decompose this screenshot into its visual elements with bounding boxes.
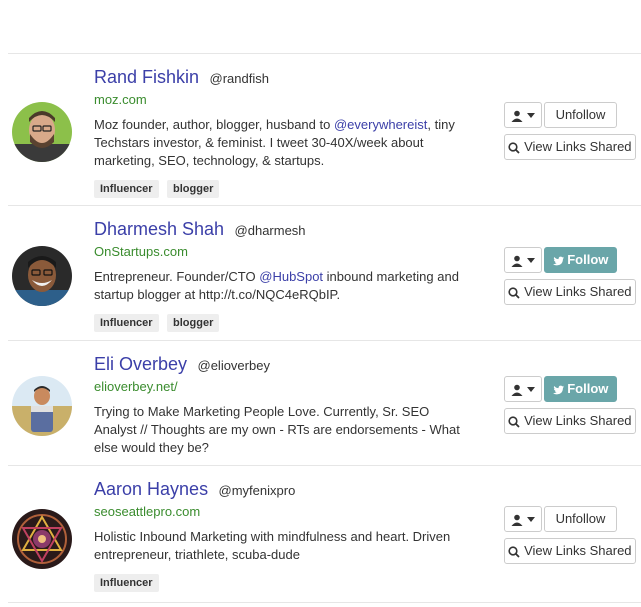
profile-info: Dharmesh Shah @dharmesh OnStartups.com E… bbox=[94, 216, 474, 332]
button-label: Follow bbox=[567, 252, 609, 267]
tag-list: Influencer blogger bbox=[94, 313, 474, 332]
search-icon bbox=[508, 545, 521, 558]
view-links-shared-button[interactable]: View Links Shared bbox=[504, 538, 636, 564]
profile-card: Dharmesh Shah @dharmesh OnStartups.com E… bbox=[0, 206, 641, 341]
bio-mention-link[interactable]: @HubSpot bbox=[259, 269, 323, 284]
search-icon bbox=[508, 286, 521, 299]
view-links-shared-button[interactable]: View Links Shared bbox=[504, 134, 636, 160]
profile-card: Aaron Haynes @myfenixpro seoseattlepro.c… bbox=[0, 466, 641, 603]
avatar[interactable] bbox=[12, 246, 72, 306]
button-label: Unfollow bbox=[555, 107, 606, 122]
tag-list: Influencer blogger bbox=[94, 179, 474, 198]
user-icon bbox=[511, 255, 523, 267]
avatar[interactable] bbox=[12, 509, 72, 569]
profile-website[interactable]: moz.com bbox=[94, 92, 474, 108]
profile-bio: Trying to Make Marketing People Love. Cu… bbox=[94, 403, 464, 457]
search-icon bbox=[508, 141, 521, 154]
user-menu-button[interactable] bbox=[504, 102, 542, 128]
user-icon bbox=[511, 384, 523, 396]
profile-info: Aaron Haynes @myfenixpro seoseattlepro.c… bbox=[94, 476, 474, 592]
bio-text: Holistic Inbound Marketing with mindfuln… bbox=[94, 529, 451, 562]
profile-website[interactable]: elioverbey.net/ bbox=[94, 379, 474, 395]
user-icon bbox=[511, 110, 523, 122]
tag-list: Influencer bbox=[94, 573, 474, 592]
user-icon bbox=[511, 514, 523, 526]
tag[interactable]: blogger bbox=[167, 314, 220, 332]
user-menu-button[interactable] bbox=[504, 506, 542, 532]
search-icon bbox=[508, 415, 521, 428]
caret-down-icon bbox=[526, 258, 535, 264]
button-label: View Links Shared bbox=[524, 284, 632, 299]
bio-text: Trying to Make Marketing People Love. Cu… bbox=[94, 404, 460, 455]
button-label: View Links Shared bbox=[524, 413, 632, 428]
caret-down-icon bbox=[526, 113, 535, 119]
profile-name[interactable]: Eli Overbey bbox=[94, 354, 187, 374]
tag[interactable]: Influencer bbox=[94, 574, 159, 592]
twitter-icon bbox=[552, 385, 564, 394]
profile-handle: @myfenixpro bbox=[218, 483, 296, 498]
caret-down-icon bbox=[526, 517, 535, 523]
bio-text: Moz founder, author, blogger, husband to bbox=[94, 117, 334, 132]
button-label: Follow bbox=[567, 381, 609, 396]
twitter-icon bbox=[552, 256, 564, 265]
profile-name[interactable]: Rand Fishkin bbox=[94, 67, 199, 87]
profile-handle: @dharmesh bbox=[234, 223, 306, 238]
caret-down-icon bbox=[526, 387, 535, 393]
view-links-shared-button[interactable]: View Links Shared bbox=[504, 408, 636, 434]
follow-button[interactable]: Follow bbox=[544, 376, 617, 402]
unfollow-button[interactable]: Unfollow bbox=[544, 102, 617, 128]
follow-button[interactable]: Follow bbox=[544, 247, 617, 273]
profile-card: Eli Overbey @elioverbey elioverbey.net/ … bbox=[0, 341, 641, 466]
bio-text: Entrepreneur. Founder/CTO bbox=[94, 269, 260, 284]
tag[interactable]: blogger bbox=[167, 180, 220, 198]
profile-handle: @randfish bbox=[209, 71, 269, 86]
profile-name[interactable]: Dharmesh Shah bbox=[94, 219, 224, 239]
divider bbox=[8, 602, 641, 603]
button-label: View Links Shared bbox=[524, 543, 632, 558]
user-menu-button[interactable] bbox=[504, 247, 542, 273]
user-menu-button[interactable] bbox=[504, 376, 542, 402]
profile-handle: @elioverbey bbox=[197, 358, 270, 373]
profile-name[interactable]: Aaron Haynes bbox=[94, 479, 208, 499]
unfollow-button[interactable]: Unfollow bbox=[544, 506, 617, 532]
profile-info: Rand Fishkin @randfish moz.com Moz found… bbox=[94, 64, 474, 198]
profile-info: Eli Overbey @elioverbey elioverbey.net/ … bbox=[94, 351, 474, 457]
avatar[interactable] bbox=[12, 376, 72, 436]
button-label: View Links Shared bbox=[524, 139, 632, 154]
profile-bio: Moz founder, author, blogger, husband to… bbox=[94, 116, 464, 170]
avatar[interactable] bbox=[12, 102, 72, 162]
view-links-shared-button[interactable]: View Links Shared bbox=[504, 279, 636, 305]
tag[interactable]: Influencer bbox=[94, 314, 159, 332]
bio-mention-link[interactable]: @everywhereist bbox=[334, 117, 427, 132]
profile-website[interactable]: OnStartups.com bbox=[94, 244, 474, 260]
profile-website[interactable]: seoseattlepro.com bbox=[94, 504, 474, 520]
button-label: Unfollow bbox=[555, 511, 606, 526]
profile-card: Rand Fishkin @randfish moz.com Moz found… bbox=[0, 54, 641, 206]
profile-bio: Holistic Inbound Marketing with mindfuln… bbox=[94, 528, 464, 564]
profile-bio: Entrepreneur. Founder/CTO @HubSpot inbou… bbox=[94, 268, 464, 304]
tag[interactable]: Influencer bbox=[94, 180, 159, 198]
